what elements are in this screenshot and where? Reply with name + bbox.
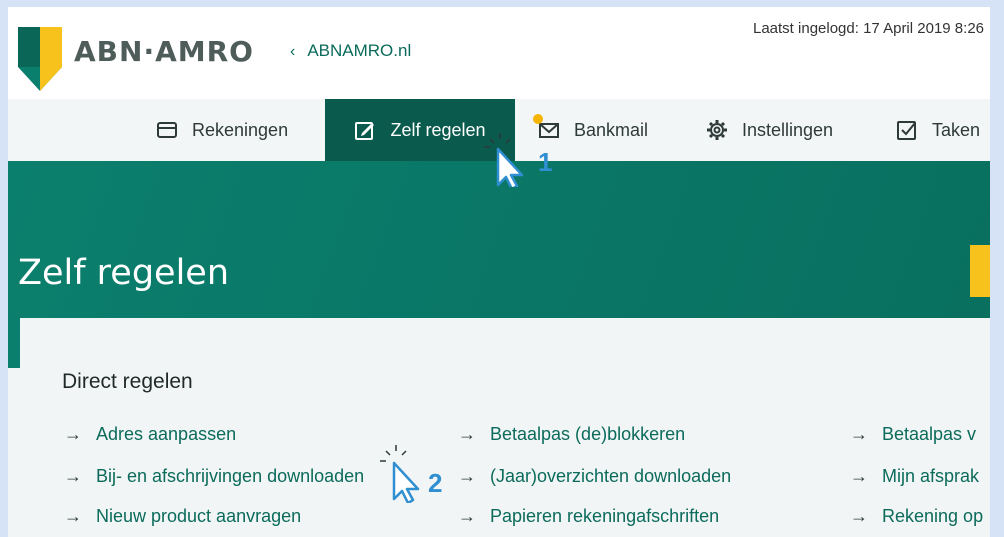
logo-wordmark[interactable]: ABN·AMRO — [74, 35, 254, 68]
link-bij-afschrijvingen-downloaden[interactable]: → Bij- en afschrijvingen downloaden — [64, 466, 364, 487]
link-mijn-afspraken[interactable]: → Mijn afsprak — [850, 466, 979, 487]
link-label: Betaalpas v — [882, 424, 977, 444]
nav-item-label: Rekeningen — [192, 119, 289, 140]
arrow-right-icon: → — [850, 424, 868, 444]
nav-item-rekeningen[interactable]: Rekeningen — [156, 99, 288, 161]
link-betaalpas-v[interactable]: → Betaalpas v — [850, 424, 976, 445]
link-jaaroverzichten-downloaden[interactable]: → (Jaar)overzichten downloaden — [458, 466, 731, 487]
gear-icon — [707, 120, 727, 140]
arrow-right-icon: → — [850, 506, 868, 526]
click-indicator-1-icon — [484, 133, 524, 187]
link-adres-aanpassen[interactable]: → Adres aanpassen — [64, 424, 236, 445]
nav-item-instellingen[interactable]: Instellingen — [706, 99, 833, 161]
arrow-right-icon: → — [458, 506, 476, 526]
arrow-right-icon: → — [64, 424, 82, 444]
arrow-right-icon: → — [458, 424, 476, 444]
link-betaalpas-blokkeren[interactable]: → Betaalpas (de)blokkeren — [458, 424, 685, 445]
nav-item-label: Bankmail — [574, 119, 649, 140]
page-title: Zelf regelen — [18, 253, 230, 293]
section-title: Direct regelen — [62, 370, 193, 393]
link-nieuw-product-aanvragen[interactable]: → Nieuw product aanvragen — [64, 506, 301, 527]
direct-regelen-panel: Direct regelen → Adres aanpassen → Betaalp… — [8, 318, 990, 537]
nav-item-taken[interactable]: Taken — [896, 99, 980, 161]
step-1-label: 1 — [538, 147, 553, 177]
arrow-right-icon: → — [458, 466, 476, 486]
edit-icon — [355, 122, 375, 140]
arrow-right-icon: → — [64, 466, 82, 486]
link-label: Mijn afsprak — [882, 466, 980, 486]
nav-item-label: Zelf regelen — [390, 119, 486, 140]
back-link-label: ABNAMRO.nl — [307, 41, 412, 60]
nav-item-label: Instellingen — [742, 119, 834, 140]
panel-accent-bar — [8, 318, 20, 368]
abn-amro-shield-icon[interactable] — [18, 27, 62, 91]
notification-dot — [533, 114, 543, 124]
card-icon — [157, 122, 177, 138]
link-label: Rekening op — [882, 506, 984, 526]
cta-button[interactable] — [970, 245, 990, 297]
nav-item-label: Taken — [932, 119, 981, 140]
nav-item-bankmail[interactable]: Bankmail — [533, 99, 649, 161]
link-label: Adres aanpassen — [96, 424, 237, 444]
header: ABN·AMRO ‹ ABNAMRO.nl Laatst ingelogd: 17… — [8, 7, 990, 99]
last-login-text: Laatst ingelogd: 17 April 2019 8:26 — [752, 20, 984, 37]
browser-viewport: ABN·AMRO ‹ ABNAMRO.nl Laatst ingelogd: 17… — [8, 7, 990, 537]
link-papieren-rekeningafschriften[interactable]: → Papieren rekeningafschriften — [458, 506, 719, 527]
back-to-abnamro-link[interactable]: ‹ ABNAMRO.nl — [290, 41, 411, 61]
link-label: Papieren rekeningafschriften — [490, 506, 720, 526]
checkbox-icon — [897, 121, 916, 140]
chevron-left-icon: ‹ — [290, 43, 296, 60]
arrow-right-icon: → — [850, 466, 868, 486]
mail-icon — [533, 114, 559, 138]
link-rekening-op[interactable]: → Rekening op — [850, 506, 983, 527]
link-label: Bij- en afschrijvingen downloaden — [96, 466, 365, 486]
step-2-label: 2 — [428, 468, 443, 498]
arrow-right-icon: → — [64, 506, 82, 526]
link-label: (Jaar)overzichten downloaden — [490, 466, 732, 486]
link-label: Nieuw product aanvragen — [96, 506, 302, 526]
link-label: Betaalpas (de)blokkeren — [490, 424, 686, 444]
click-indicator-2-icon — [380, 445, 420, 503]
